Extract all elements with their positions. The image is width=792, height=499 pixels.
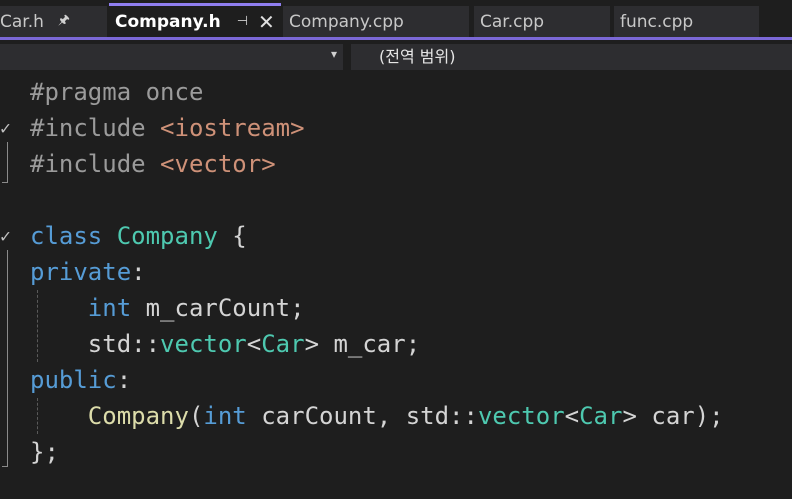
tab-label: Car.cpp bbox=[480, 11, 545, 32]
tab-company-cpp[interactable]: Company.cpp bbox=[283, 6, 469, 37]
code-line[interactable]: private: bbox=[30, 254, 724, 290]
code-token: < bbox=[564, 402, 580, 430]
code-token: Car bbox=[261, 330, 305, 358]
code-token: int bbox=[87, 294, 132, 322]
code-token: : bbox=[131, 258, 146, 286]
tab-func-cpp[interactable]: func.cpp bbox=[614, 6, 759, 37]
code-token: m_carCount; bbox=[131, 294, 305, 322]
code-token: <iostream> bbox=[160, 114, 305, 142]
fold-region-line bbox=[7, 142, 8, 182]
fold-region-line bbox=[7, 250, 8, 466]
navigation-bar: ▾ (전역 범위) bbox=[0, 40, 792, 75]
code-line[interactable]: #include <iostream> bbox=[30, 110, 724, 146]
tab-company-h[interactable]: Company.h ⊣ ✕ bbox=[109, 3, 281, 37]
code-token: }; bbox=[30, 438, 59, 466]
tab-car-h[interactable]: Car.h 🖈︎ bbox=[0, 6, 107, 37]
scope-dropdown[interactable]: (전역 범위) bbox=[351, 44, 792, 70]
fold-collapse-icon[interactable]: ✓ bbox=[0, 118, 11, 139]
tab-label: Company.h bbox=[115, 11, 221, 32]
fold-region-end bbox=[2, 466, 8, 467]
code-line[interactable] bbox=[30, 182, 724, 218]
code-token: Company bbox=[87, 402, 189, 430]
code-token: < bbox=[246, 330, 262, 358]
fold-region-end bbox=[2, 182, 8, 183]
fold-collapse-icon[interactable]: ✓ bbox=[0, 226, 11, 247]
code-line[interactable]: std::vector<Car> m_car; bbox=[30, 326, 724, 362]
tab-label: func.cpp bbox=[620, 11, 694, 32]
code-line[interactable]: class Company { bbox=[30, 218, 724, 254]
code-token: > m_car; bbox=[304, 330, 421, 358]
code-token: int bbox=[203, 402, 247, 430]
pin-icon[interactable]: 🖈︎ bbox=[58, 11, 70, 33]
code-token: ( bbox=[188, 402, 204, 430]
code-token: <vector> bbox=[160, 150, 276, 178]
close-icon[interactable]: ✕ bbox=[258, 10, 275, 34]
tab-label: Company.cpp bbox=[289, 11, 404, 32]
project-dropdown[interactable]: ▾ bbox=[0, 44, 343, 70]
code-token: vector bbox=[477, 402, 565, 430]
code-token: > car); bbox=[622, 402, 724, 430]
code-line[interactable]: #include <vector> bbox=[30, 146, 724, 182]
code-line[interactable]: Company(int carCount, std::vector<Car> c… bbox=[30, 398, 724, 434]
document-tab-bar: Car.h 🖈︎ Company.h ⊣ ✕ Company.cpp Car.c… bbox=[0, 0, 792, 40]
code-line[interactable]: }; bbox=[30, 434, 724, 470]
code-token: Car bbox=[579, 402, 623, 430]
code-token: std:: bbox=[30, 330, 161, 358]
code-line[interactable]: #pragma once bbox=[30, 74, 724, 110]
tab-car-cpp[interactable]: Car.cpp bbox=[474, 6, 610, 37]
chevron-down-icon[interactable]: ▾ bbox=[331, 47, 337, 61]
pin-icon[interactable]: ⊣ bbox=[237, 14, 248, 29]
code-text[interactable]: #pragma once #include <iostream> #include … bbox=[30, 74, 724, 470]
code-token: #include bbox=[30, 150, 161, 178]
code-token: class bbox=[30, 222, 117, 250]
code-token: #include bbox=[30, 114, 161, 142]
code-line[interactable]: int m_carCount; bbox=[30, 290, 724, 326]
code-editor[interactable]: ✓ ✓ #pragma once #include <iostream> #incl… bbox=[0, 74, 792, 499]
code-token: vector bbox=[160, 330, 247, 358]
tab-label: Car.h bbox=[0, 11, 44, 32]
code-token: private bbox=[30, 258, 132, 286]
code-token: public bbox=[30, 366, 117, 394]
code-token: carCount, std:: bbox=[246, 402, 478, 430]
code-token: #pragma once bbox=[30, 78, 204, 106]
code-line[interactable]: public: bbox=[30, 362, 724, 398]
code-token: : bbox=[116, 366, 132, 394]
code-token: Company bbox=[116, 222, 218, 250]
code-token: { bbox=[217, 222, 247, 250]
scope-label: (전역 범위) bbox=[379, 47, 456, 66]
